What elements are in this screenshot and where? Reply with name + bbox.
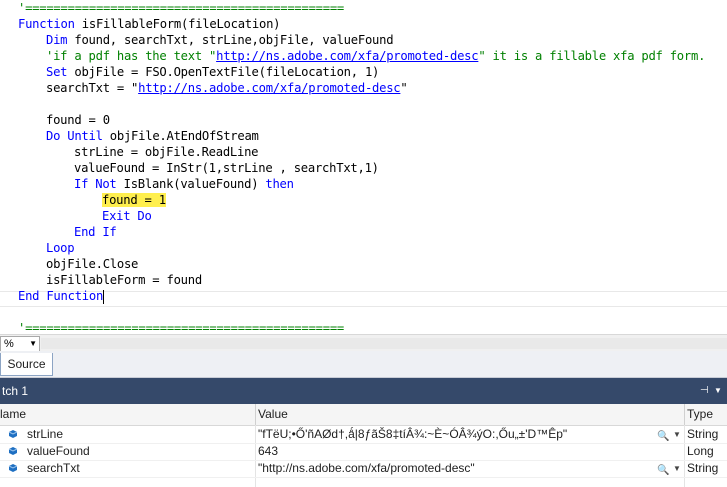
watch-value: "http://ns.adobe.com/xfa/promoted-desc" [258,461,475,475]
code-line-18: isFillableForm = found [46,273,202,287]
watch-name: strLine [27,427,64,441]
watch-row[interactable]: valueFound 643 Long [0,443,727,461]
watch-value: "fTëU;•Ő'ñAØd†,ǻ|8ƒãŠ8‡tíÂ¾:~È~ÓÂ¾ýO:,Őu… [258,427,568,441]
code-line-8: found = 0 [46,113,110,127]
zoom-select[interactable]: % ▼ [0,336,40,352]
code-line-4: 'if a pdf has the text "http://ns.adobe.… [46,48,705,64]
watch-header: lame Value Type [0,404,727,426]
code-line-10: strLine = objFile.ReadLine [74,145,259,159]
code-editor[interactable]: '=======================================… [0,0,727,334]
chevron-down-icon[interactable]: ▼ [673,426,681,443]
code-line-14: Exit Do [102,209,152,223]
header-name[interactable]: lame [0,404,256,425]
keyword: End Function [18,289,104,303]
variable-icon [8,447,18,455]
string-link[interactable]: http://ns.adobe.com/xfa/promoted-desc [138,81,401,95]
watch-title-text: tch 1 [2,384,29,398]
watch-row[interactable]: searchTxt "http://ns.adobe.com/xfa/promo… [0,460,727,478]
watch-row[interactable]: strLine "fTëU;•Ő'ñAØd†,ǻ|8ƒãŠ8‡tíÂ¾:~È~Ó… [0,426,727,444]
header-value[interactable]: Value [256,404,685,425]
code-text: found, searchTxt, strLine,objFile, value… [67,33,394,47]
code-line-11: valueFound = InStr(1,strLine , searchTxt… [74,161,379,175]
code-text: " [400,81,408,95]
text-caret [103,289,105,304]
horizontal-scrollbar[interactable] [41,338,727,349]
watch-grid: lame Value Type strLine "fTëU;•Ő'ñAØd†,ǻ… [0,404,727,487]
watch-type: String [687,461,719,475]
watch-name: searchTxt [27,461,80,475]
keyword: Do Until [46,129,103,143]
code-line-13: found = 1 [102,192,166,208]
comment-text: 'if a pdf has the text " [46,49,217,63]
code-line-1: '=======================================… [18,1,345,15]
zoom-value: % [4,338,14,350]
chevron-down-icon: ▼ [29,339,37,348]
code-line-15: End If [74,225,117,239]
watch-type: Long [687,444,714,458]
keyword: Function [18,17,75,31]
watch-value: 643 [258,444,279,458]
watch-window-title: tch 1 ⊣ ▼ [0,378,727,404]
code-text: objFile.AtEndOfStream [102,129,259,143]
code-line-3: Dim found, searchTxt, strLine,objFile, v… [46,32,394,48]
execution-highlight: found = 1 [102,193,166,207]
code-text: objFile = FSO.OpenTextFile(fileLocation,… [67,65,380,79]
chevron-down-icon[interactable]: ▼ [673,460,681,477]
code-line-16: Loop [46,241,75,255]
comment-text: " it is a fillable xfa pdf form. [478,49,706,63]
variable-icon [8,464,18,472]
keyword: If Not [74,177,117,191]
keyword: then [265,177,294,191]
comment-link[interactable]: http://ns.adobe.com/xfa/promoted-desc [216,49,479,63]
code-line-5: Set objFile = FSO.OpenTextFile(fileLocat… [46,64,379,80]
editor-tabbar: Source [0,351,727,378]
code-line-21: '=======================================… [18,321,345,334]
code-text: IsBlank(valueFound) [116,177,266,191]
chevron-down-icon[interactable]: ▼ [714,378,722,404]
header-type[interactable]: Type [685,404,727,425]
code-line-19: End Function [18,288,105,304]
variable-icon [8,430,18,438]
tab-source[interactable]: Source [0,353,53,376]
keyword: Set [46,65,68,79]
magnifier-icon[interactable]: 🔍 [657,462,669,479]
code-line-17: objFile.Close [46,257,139,271]
code-text: searchTxt = " [46,81,139,95]
code-line-6: searchTxt = "http://ns.adobe.com/xfa/pro… [46,80,408,96]
keyword: Dim [46,33,68,47]
watch-type: String [687,427,719,441]
code-line-12: If Not IsBlank(valueFound) then [74,176,294,192]
editor-footer: % ▼ [0,334,727,352]
watch-name: valueFound [27,444,90,458]
code-line-2: Function isFillableForm(fileLocation) [18,16,280,32]
code-text: isFillableForm(fileLocation) [74,17,281,31]
code-line-9: Do Until objFile.AtEndOfStream [46,128,259,144]
current-line-box [0,291,727,307]
pin-icon[interactable]: ⊣ [700,378,709,404]
